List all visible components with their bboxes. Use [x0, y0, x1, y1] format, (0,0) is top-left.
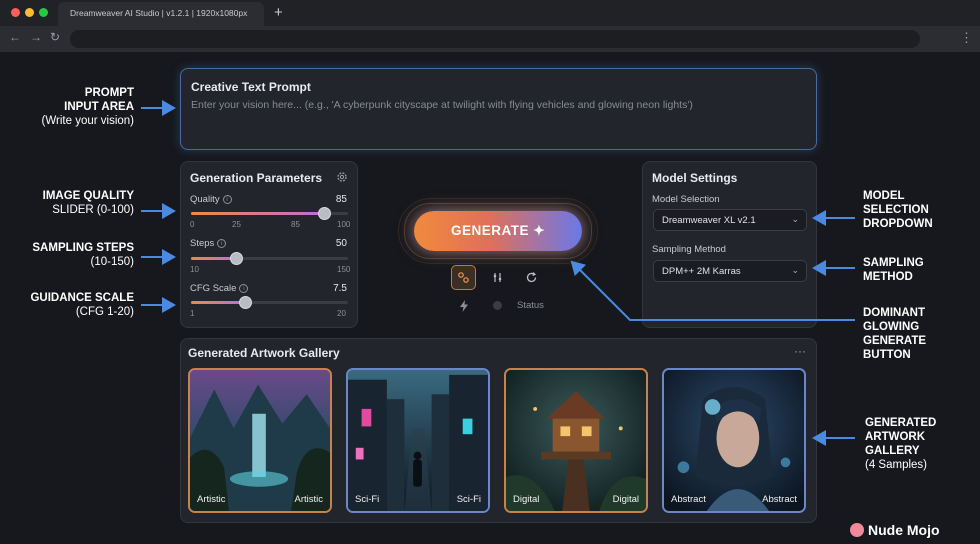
browser-tab-bar: Dreamweaver AI Studio | v1.2.1 | 1920x10…: [0, 0, 980, 26]
quality-slider-thumb[interactable]: [318, 207, 332, 220]
prompt-title: Creative Text Prompt: [191, 80, 311, 94]
card-category-label: Sci-Fi: [355, 494, 380, 505]
annotation-guidance: GUIDANCE SCALE (CFG 1-20): [30, 292, 134, 318]
sliders-icon: [458, 272, 469, 283]
quality-tick-0: 0: [190, 220, 195, 229]
maximize-window-button[interactable]: [39, 8, 48, 17]
quality-tick-85: 85: [291, 220, 300, 229]
artwork-image: [348, 370, 488, 511]
model-selection-value: Dreamweaver XL v2.1: [662, 215, 756, 226]
gallery-card-scifi[interactable]: Sci-Fi Sci-Fi: [346, 368, 490, 513]
browser-menu-icon[interactable]: ⋮: [960, 30, 973, 46]
card-category-label: Artistic: [197, 494, 226, 505]
steps-label: Steps i: [190, 238, 227, 249]
chevron-down-icon: ⌄: [791, 214, 799, 224]
card-category-label: Abstract: [671, 494, 706, 505]
steps-tick-min: 10: [190, 265, 199, 274]
steps-slider[interactable]: [191, 252, 348, 265]
steps-value: 50: [335, 238, 347, 249]
close-window-button[interactable]: [11, 8, 20, 17]
annotation-model: MODEL SELECTION DROPDOWN: [863, 190, 933, 230]
sampling-method-dropdown[interactable]: DPM++ 2M Karras ⌄: [653, 260, 807, 282]
sampling-method-label: Sampling Method: [652, 244, 726, 255]
quality-tick-100: 100: [337, 220, 351, 229]
annotation-quality: IMAGE QUALITY SLIDER (0-100): [42, 190, 134, 216]
quality-value: 85: [335, 194, 347, 205]
card-style-label: Digital: [612, 494, 639, 505]
reload-icon[interactable]: ↻: [50, 30, 60, 44]
prompt-input[interactable]: [191, 99, 801, 111]
settings-toggle-button[interactable]: [451, 265, 476, 290]
watermark-logo: Nude Mojo: [850, 522, 940, 538]
gallery-card-abstract[interactable]: Abstract Abstract: [662, 368, 806, 513]
gallery-card-artistic[interactable]: Artistic Artistic: [188, 368, 332, 513]
generate-button[interactable]: GENERATE ✦: [414, 211, 582, 251]
artwork-image: [190, 370, 330, 511]
peach-icon: [850, 523, 864, 537]
url-field[interactable]: [70, 30, 920, 48]
card-style-label: Sci-Fi: [456, 494, 481, 505]
generation-parameters-panel: Generation Parameters Quality i 85 0 25 8…: [180, 161, 358, 328]
refresh-icon: [526, 272, 537, 283]
artwork-image: [506, 370, 646, 511]
model-settings-panel: Model Settings Model Selection Dreamweav…: [642, 161, 817, 328]
cfg-label: CFG Scale i: [190, 283, 249, 294]
refresh-button[interactable]: [519, 265, 544, 290]
adjust-icon: [493, 273, 502, 282]
cfg-tick-max: 20: [337, 309, 346, 318]
forward-icon[interactable]: →: [30, 30, 42, 44]
generation-parameters-title: Generation Parameters: [190, 171, 323, 185]
status-label: Status: [517, 300, 544, 311]
annotation-prompt: PROMPT INPUT AREA (Write your vision): [41, 87, 134, 127]
back-icon[interactable]: ←: [9, 30, 21, 44]
status-indicator-icon: [493, 301, 502, 310]
steps-tick-max: 150: [337, 265, 351, 274]
annotation-sampling: SAMPLING METHOD: [863, 257, 924, 283]
card-category-label: Digital: [513, 494, 540, 505]
steps-slider-thumb[interactable]: [229, 252, 243, 265]
card-style-label: Artistic: [294, 494, 324, 505]
cfg-tick-min: 1: [190, 309, 195, 318]
quality-label: Quality i: [190, 194, 232, 205]
minimize-window-button[interactable]: [25, 8, 34, 17]
info-icon: i: [217, 239, 227, 248]
gear-icon[interactable]: [336, 171, 348, 183]
model-selection-dropdown[interactable]: Dreamweaver XL v2.1 ⌄: [653, 209, 807, 231]
annotation-generate: DOMINANT GLOWING GENERATE BUTTON: [863, 307, 927, 361]
quality-slider-fill: [191, 212, 325, 215]
info-icon: i: [239, 284, 249, 293]
browser-tab[interactable]: Dreamweaver AI Studio | v1.2.1 | 1920x10…: [58, 2, 264, 26]
address-bar: ← → ↻ ⋮: [0, 26, 980, 52]
cfg-slider-thumb[interactable]: [238, 296, 252, 309]
new-tab-button[interactable]: +: [274, 4, 283, 21]
prompt-panel: Creative Text Prompt: [180, 68, 817, 150]
info-icon: i: [222, 195, 232, 204]
annotation-gallery: GENERATED ARTWORK GALLERY (4 Samples): [865, 417, 937, 471]
cfg-slider[interactable]: [191, 296, 348, 309]
quality-slider[interactable]: [191, 207, 348, 220]
quality-tick-25: 25: [232, 220, 241, 229]
lightning-icon: [460, 300, 468, 312]
cfg-value: 7.5: [333, 283, 347, 294]
gallery-card-digital[interactable]: Digital Digital: [504, 368, 648, 513]
card-style-label: Abstract: [762, 494, 797, 505]
more-options-icon[interactable]: ···: [794, 344, 806, 358]
model-selection-label: Model Selection: [652, 194, 720, 205]
chevron-down-icon: ⌄: [791, 265, 799, 275]
adjust-button[interactable]: [485, 265, 510, 290]
artwork-image: [664, 370, 804, 511]
gallery-title: Generated Artwork Gallery: [188, 346, 340, 360]
sampling-method-value: DPM++ 2M Karras: [662, 266, 741, 277]
annotation-steps: SAMPLING STEPS (10-150): [32, 242, 134, 268]
cfg-slider-fill: [191, 301, 245, 304]
gallery-panel: Generated Artwork Gallery ··· Artistic A…: [180, 338, 817, 523]
model-settings-title: Model Settings: [652, 171, 738, 185]
